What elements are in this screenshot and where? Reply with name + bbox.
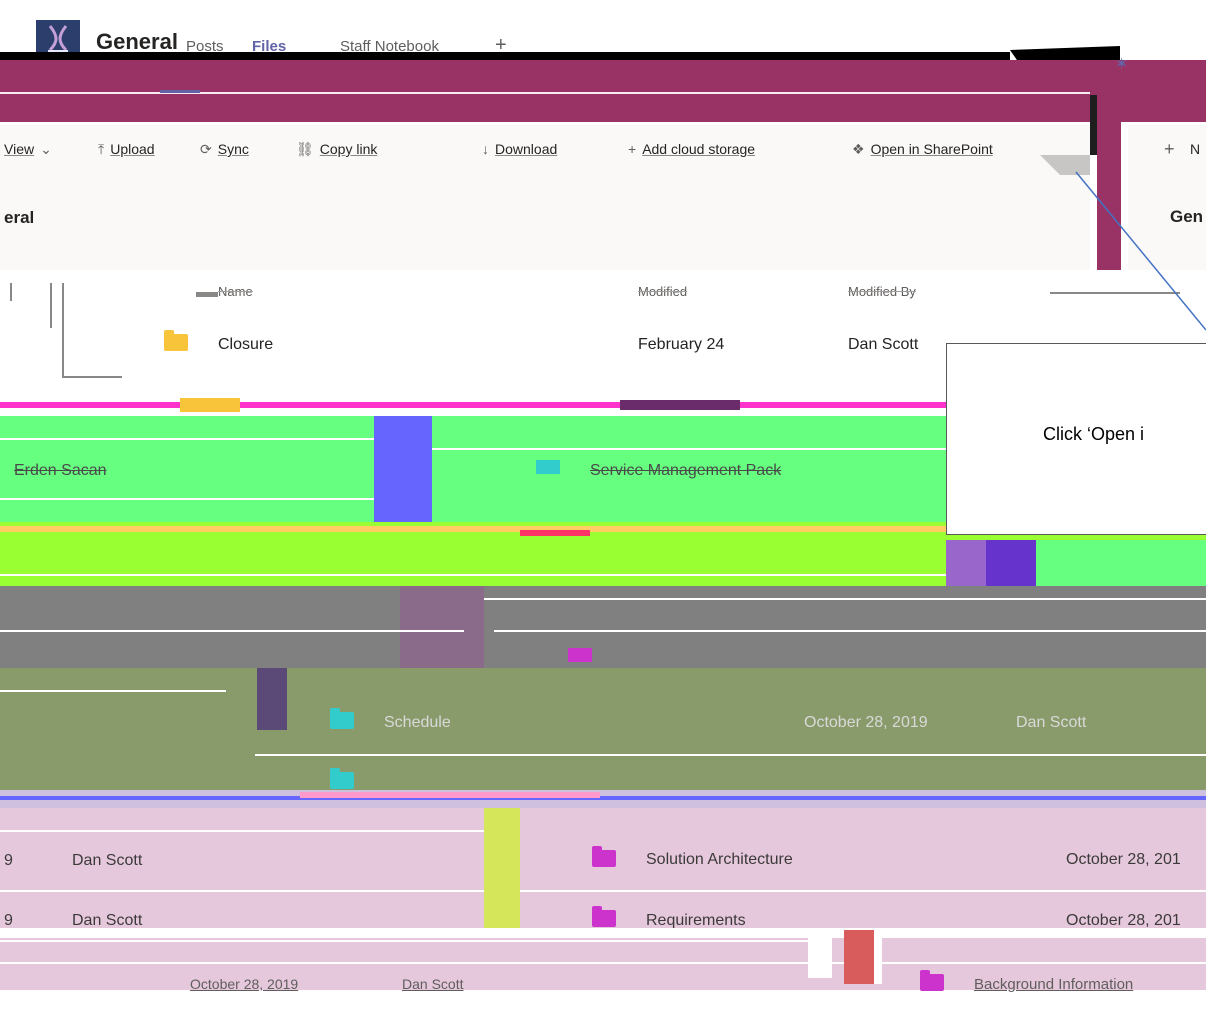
link-icon: ⛓ (296, 141, 314, 157)
list-separator (50, 283, 52, 328)
solution-date: October 28, 201 (1066, 851, 1181, 868)
schedule-date: October 28, 2019 (804, 714, 928, 731)
glitch-band-pink[interactable]: 9 Dan Scott Solution Architecture Octobe… (0, 808, 1206, 928)
callout-text: Click ‘Open i (1043, 424, 1145, 444)
header-accent-line (160, 90, 200, 93)
list-separator (10, 283, 12, 301)
column-divider (1050, 292, 1180, 294)
sync-button[interactable]: ⟳ Sync (200, 141, 249, 158)
solution-name[interactable]: Solution Architecture (646, 851, 793, 869)
second-pane-breadcrumb[interactable]: Gen (1170, 207, 1203, 227)
upload-button[interactable]: ⤒ Upload (98, 141, 155, 158)
new-button-label[interactable]: N (1190, 141, 1200, 157)
command-bar: View ⌄ ⤒ Upload ⟳ Sync ⛓ Copy link ↓ Download… (0, 125, 1090, 175)
folder-icon (592, 846, 616, 867)
open-in-sharepoint-label: Open in SharePoint (870, 141, 993, 157)
download-icon: ↓ (482, 141, 489, 157)
glitch-band (0, 396, 946, 416)
folder-icon (920, 970, 944, 991)
folder-icon (592, 906, 616, 927)
view-label: View (4, 141, 35, 157)
glitch-band-bottom: October 28, 2019 Dan Scott Background In… (0, 928, 1206, 1017)
sharepoint-icon: ❖ (852, 141, 865, 157)
upload-label: Upload (110, 141, 155, 157)
bottom-by: Dan Scott (402, 976, 464, 992)
header-glitch (196, 292, 218, 297)
bottom-name[interactable]: Background Information (974, 976, 1133, 993)
solution-by: Dan Scott (72, 852, 143, 869)
copy-link-button[interactable]: ⛓ Copy link (296, 141, 377, 158)
list-separator (62, 283, 64, 378)
erden-text: Erden Sacan (14, 462, 107, 479)
requirements-name[interactable]: Requirements (646, 912, 746, 928)
breadcrumb-area (0, 175, 1090, 270)
column-header-modified[interactable]: Modified (638, 284, 687, 299)
upload-icon: ⤒ (98, 141, 105, 157)
header-glitch-strip (0, 52, 1010, 60)
plus-icon[interactable]: + (1164, 139, 1175, 160)
row-name[interactable]: Closure (218, 336, 273, 354)
row-prefix: 9 (4, 852, 13, 869)
chevron-down-icon: ⌄ (40, 141, 52, 157)
glitch-band-olive: Schedule October 28, 2019 Dan Scott (0, 668, 1206, 790)
plus-icon: + (628, 141, 637, 157)
glitch-band-thin (0, 790, 1206, 808)
list-separator (62, 376, 122, 378)
breadcrumb[interactable]: eral (4, 208, 34, 228)
divider-pillar (1090, 95, 1097, 155)
download-label: Download (495, 141, 558, 157)
requirements-date: October 28, 201 (1066, 912, 1181, 928)
bottom-date: October 28, 2019 (190, 976, 299, 992)
row-modified: February 24 (638, 336, 725, 353)
second-pane-command-bar: + N (1128, 125, 1206, 175)
schedule-text: Schedule (384, 714, 451, 731)
maroon-pillar (1097, 95, 1121, 285)
glitch-band-grey (0, 586, 1206, 668)
open-in-sharepoint-button[interactable]: ❖ Open in SharePoint (852, 141, 993, 158)
sync-icon: ⟳ (200, 141, 212, 157)
download-button[interactable]: ↓ Download (482, 141, 557, 157)
requirements-by: Dan Scott (72, 912, 143, 928)
add-cloud-storage-label: Add cloud storage (642, 141, 756, 157)
column-header-name[interactable]: Name (218, 284, 253, 299)
copy-link-label: Copy link (319, 141, 378, 157)
schedule-by: Dan Scott (1016, 714, 1087, 731)
service-pack-text: Service Management Pack (590, 462, 782, 479)
folder-icon (164, 330, 188, 351)
row-modified-by: Dan Scott (848, 336, 919, 353)
folder-icon (330, 708, 354, 729)
row-prefix: 9 (4, 912, 13, 928)
sync-label: Sync (217, 141, 249, 157)
view-button[interactable]: View ⌄ (4, 141, 58, 158)
glitch-band-green: Erden Sacan Service Management Pack (0, 416, 946, 522)
instruction-callout: Click ‘Open i (946, 343, 1206, 535)
add-cloud-storage-button[interactable]: + Add cloud storage (628, 141, 755, 157)
second-pane-breadcrumb-area: Gen (1128, 175, 1206, 270)
sparkle-icon[interactable]: ✶ (1115, 54, 1128, 74)
folder-icon (330, 768, 354, 789)
column-header-modified-by[interactable]: Modified By (848, 284, 916, 299)
